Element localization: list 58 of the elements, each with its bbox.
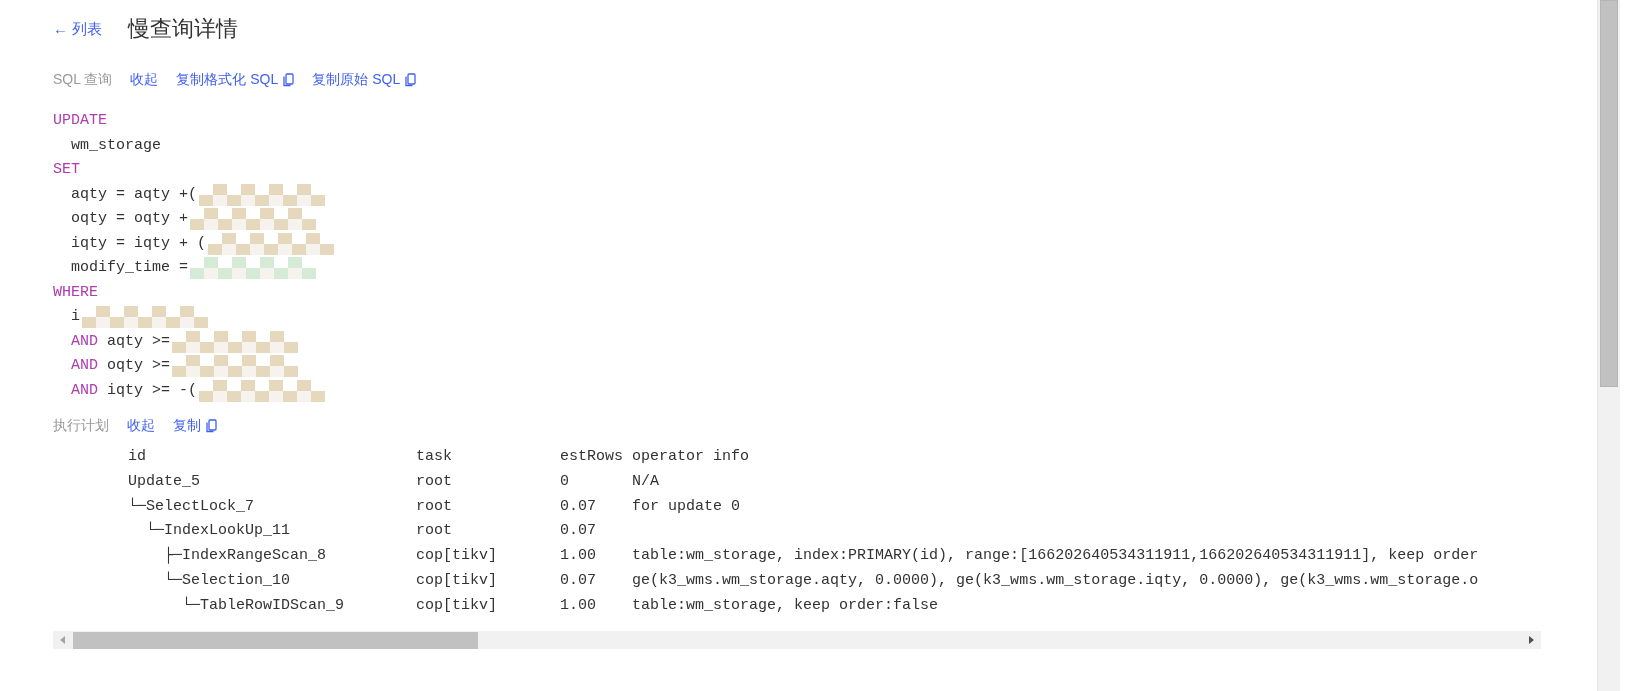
sql-keyword: AND <box>71 331 98 352</box>
vertical-scrollbar[interactable] <box>1597 0 1620 691</box>
sql-text: oqty = oqty + <box>71 209 189 229</box>
sql-text: wm_storage <box>71 135 161 156</box>
plan-est-rows: 1.00 <box>560 544 633 569</box>
plan-est-rows: 0 <box>560 469 633 495</box>
sql-keyword: WHERE <box>53 283 98 301</box>
sql-keyword: AND <box>71 380 98 401</box>
plan-operator-id: Update_5 <box>128 472 200 490</box>
plan-operator-info: for update 0 <box>632 496 742 517</box>
plan-est-rows: 0.07 <box>560 569 633 594</box>
section-label: SQL 查询 <box>53 71 113 89</box>
plan-task: root <box>416 471 454 492</box>
plan-operator-id: └─Selection_10 <box>163 572 291 589</box>
collapse-link[interactable]: 收起 <box>127 417 155 435</box>
scrollbar-thumb[interactable] <box>1600 0 1618 387</box>
plan-operator-id: ├─IndexRangeScan_8 <box>163 547 327 565</box>
plan-operator-id: └─TableRowIDScan_9 <box>181 596 345 614</box>
sql-text: aqty = aqty +( <box>71 184 198 205</box>
sql-text: modify_time = <box>71 258 189 278</box>
copy-icon[interactable] <box>206 419 217 433</box>
plan-task: root <box>416 496 454 517</box>
plan-operator-info: table:wm_storage, index:PRIMARY(id), range:[166202640534311911,166202640534311911], keep order <box>632 546 1480 567</box>
sql-text: i <box>71 307 80 327</box>
column-header: task <box>416 447 454 467</box>
sql-text: iqty >= -( <box>107 380 198 401</box>
copy-link[interactable]: 复制原始 SQL <box>312 71 417 89</box>
plan-task: cop[tikv] <box>416 595 499 616</box>
column-header: id <box>128 447 147 467</box>
sql-keyword: UPDATE <box>53 112 107 129</box>
scrollbar-thumb[interactable] <box>73 631 478 649</box>
copy-icon[interactable] <box>405 73 417 87</box>
column-header: estRows <box>560 447 625 467</box>
sql-keyword: SET <box>53 161 80 178</box>
plan-operator-info: ge(k3_wms.wm_storage.aqty, 0.0000), ge(k3_wms.wm_storage.iqty, 0.0000), ge(k3_wms.wm_storage.o <box>632 571 1480 591</box>
plan-task: root <box>416 521 454 542</box>
plan-operator-id: └─SelectLock_7 <box>128 497 255 515</box>
collapse-link[interactable]: 收起 <box>130 71 159 89</box>
sql-text: aqty >= <box>107 331 171 352</box>
plan-operator-id: └─IndexLookUp_11 <box>145 522 291 540</box>
plan-task: cop[tikv] <box>416 546 499 567</box>
sql-text: oqty >= <box>107 356 171 376</box>
plan-est-rows: 0.07 <box>560 494 633 520</box>
sql-keyword: AND <box>71 356 98 376</box>
horizontal-scrollbar[interactable] <box>53 631 1541 649</box>
back-link[interactable]: ← 列表 <box>53 19 103 39</box>
copy-link[interactable]: 复制 <box>173 417 217 435</box>
sql-text: iqty = iqty + ( <box>71 233 207 254</box>
column-header: operator info <box>632 447 751 467</box>
page-title: 慢查询详情 <box>128 15 239 43</box>
plan-est-rows: 0.07 <box>560 519 633 545</box>
plan-operator-info: N/A <box>632 471 661 492</box>
copy-icon[interactable] <box>283 73 295 87</box>
plan-operator-info: table:wm_storage, keep order:false <box>632 595 940 616</box>
section-label: 执行计划 <box>53 417 109 435</box>
plan-est-rows: 1.00 <box>560 593 633 619</box>
copy-link[interactable]: 复制格式化 SQL <box>176 71 295 89</box>
plan-task: cop[tikv] <box>416 571 499 591</box>
